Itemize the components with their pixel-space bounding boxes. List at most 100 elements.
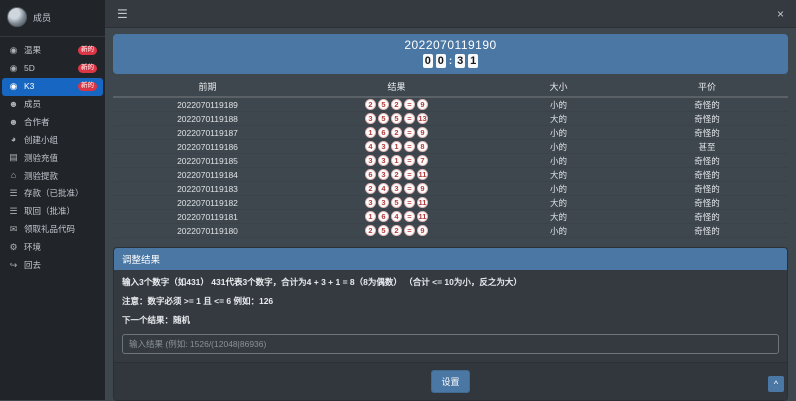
fullscreen-icon[interactable]: × xyxy=(777,8,784,20)
logout-icon: ↪ xyxy=(9,259,18,270)
col-header-period: 前期 xyxy=(198,82,217,92)
parity-cell: 奇怪的 xyxy=(694,169,720,180)
size-cell: 小的 xyxy=(549,225,567,236)
sidebar-item-label: 测验充值 xyxy=(24,152,59,163)
parity-cell: 奇怪的 xyxy=(694,155,720,166)
instruction-line-1: 输入3个数字（如431） 431代表3个数字，合计为4 + 3 + 1 = 8（… xyxy=(122,277,522,287)
set-button[interactable]: 设置 xyxy=(431,370,470,394)
user-name: 成员 xyxy=(33,12,52,23)
result-balls: 4 3 1 = 8 xyxy=(302,141,491,152)
sidebar-item-back[interactable]: ↪ 回去 xyxy=(2,257,103,275)
sidebar-item-test-withdraw[interactable]: ⌂ 测验提款 xyxy=(2,167,103,185)
result-input[interactable] xyxy=(122,334,779,355)
chart-bars-icon: ▤ xyxy=(9,152,18,163)
app-window: 成员 ◉ 温果 新的 ◉ 5D 新的 ◉ K3 新的 ☻ 成员 ☻ 合作者 ◕ … xyxy=(0,0,796,401)
dice-ball: 4 xyxy=(378,183,389,194)
dice-ball: 5 xyxy=(378,225,389,236)
parity-cell: 奇怪的 xyxy=(694,197,720,208)
period-cell: 2022070119183 xyxy=(177,183,238,194)
period-cell: 2022070119184 xyxy=(177,169,238,180)
parity-cell: 奇怪的 xyxy=(694,225,720,236)
list-icon: ☰ xyxy=(9,188,18,199)
equals-ball: = xyxy=(404,99,415,110)
adjust-result-footer: 设置 xyxy=(114,362,787,401)
current-period: 2022070119190 xyxy=(404,38,497,52)
result-balls: 3 3 5 = 11 xyxy=(302,197,491,208)
equals-ball: = xyxy=(404,225,415,236)
sidebar-item-partners[interactable]: ☻ 合作者 xyxy=(2,114,103,132)
countdown-digit: 0 xyxy=(435,54,446,68)
sidebar-item-environment[interactable]: ⚙ 环境 xyxy=(2,239,103,257)
sidebar-item-withdrawals-approved[interactable]: ☰ 取回（批准） xyxy=(2,203,103,221)
new-badge: 新的 xyxy=(78,82,97,92)
hamburger-menu-icon[interactable]: ☰ xyxy=(117,8,128,20)
period-cell: 2022070119181 xyxy=(177,211,238,222)
dice-ball: 5 xyxy=(378,99,389,110)
sidebar-item-label: 5D xyxy=(24,63,35,74)
dice-ball: 1 xyxy=(391,155,402,166)
size-cell: 小的 xyxy=(549,141,567,152)
table-row: 2022070119189 2 5 2 = 9 小的 奇怪的 xyxy=(113,98,788,112)
user-panel[interactable]: 成员 xyxy=(0,0,105,37)
bank-icon: ⌂ xyxy=(10,170,17,181)
countdown-digit: 0 xyxy=(422,54,433,68)
dice-ball: 5 xyxy=(378,113,389,124)
result-balls: 2 5 2 = 9 xyxy=(302,225,491,236)
dice-ball: 6 xyxy=(378,211,389,222)
size-cell: 小的 xyxy=(549,183,567,194)
dice-ball: 1 xyxy=(365,127,376,138)
dice-ball: 1 xyxy=(365,211,376,222)
countdown-digit: 1 xyxy=(468,54,479,68)
equals-ball: = xyxy=(404,127,415,138)
table-row: 2022070119182 3 3 5 = 11 大的 奇怪的 xyxy=(113,196,788,210)
dice-ball: 3 xyxy=(378,155,389,166)
period-cell: 2022070119189 xyxy=(177,99,238,110)
sidebar-item-deposits-approved[interactable]: ☰ 存款（已批准） xyxy=(2,185,103,203)
sidebar-item-5d[interactable]: ◉ 5D 新的 xyxy=(2,60,103,78)
sidebar-item-members[interactable]: ☻ 成员 xyxy=(2,96,103,114)
period-cell: 2022070119182 xyxy=(177,197,238,208)
dice-ball: 2 xyxy=(391,127,402,138)
dice-ball: 2 xyxy=(391,99,402,110)
result-balls: 1 6 4 = 11 xyxy=(302,211,491,222)
back-to-top-button[interactable]: ^ xyxy=(768,376,784,392)
size-cell: 大的 xyxy=(549,113,567,124)
sum-ball: 9 xyxy=(417,99,428,110)
col-header-result: 结果 xyxy=(387,82,406,92)
sidebar-item-label: 创建小组 xyxy=(24,134,59,145)
parity-cell: 奇怪的 xyxy=(694,99,720,110)
table-row: 2022070119186 4 3 1 = 8 小的 甚至 xyxy=(113,140,788,154)
sidebar-item-wingo[interactable]: ◉ 温果 新的 xyxy=(2,42,103,60)
size-cell: 小的 xyxy=(549,155,567,166)
avatar xyxy=(7,7,27,27)
dice-ball: 2 xyxy=(391,225,402,236)
sum-ball: 9 xyxy=(417,127,428,138)
result-balls: 3 3 1 = 7 xyxy=(302,155,491,166)
sidebar-item-create-group[interactable]: ◕ 创建小组 xyxy=(2,131,103,149)
sidebar-item-gift-codes[interactable]: ✉ 领取礼品代码 xyxy=(2,221,103,239)
dice-ball: 2 xyxy=(365,225,376,236)
dice-ball: 6 xyxy=(378,127,389,138)
sum-ball: 9 xyxy=(417,225,428,236)
equals-ball: = xyxy=(404,197,415,208)
period-cell: 2022070119185 xyxy=(177,155,238,166)
dice-ball: 5 xyxy=(391,197,402,208)
sidebar-item-test-recharge[interactable]: ▤ 测验充值 xyxy=(2,149,103,167)
parity-cell: 奇怪的 xyxy=(694,211,720,222)
sum-ball: 13 xyxy=(417,113,428,124)
coins-icon: ◉ xyxy=(9,62,18,73)
instruction-line-2: 注意：数字必须 >= 1 且 <= 6 例如：126 xyxy=(122,296,274,307)
sidebar-item-label: 环境 xyxy=(24,242,42,253)
coins-icon: ◉ xyxy=(9,45,18,55)
table-row: 2022070119181 1 6 4 = 11 大的 奇怪的 xyxy=(113,210,788,224)
dice-ball: 6 xyxy=(365,169,376,180)
dice-ball: 3 xyxy=(378,141,389,152)
period-cell: 2022070119180 xyxy=(177,225,238,236)
dice-ball: 4 xyxy=(365,141,376,152)
sidebar-item-label: 存款（已批准） xyxy=(24,188,84,199)
sidebar-item-k3[interactable]: ◉ K3 新的 xyxy=(2,77,103,96)
table-row: 2022070119188 3 5 5 = 13 大的 奇怪的 xyxy=(113,112,788,126)
coins-icon: ◉ xyxy=(9,80,18,91)
adjust-result-body: 输入3个数字（如431） 431代表3个数字，合计为4 + 3 + 1 = 8（… xyxy=(114,270,787,362)
dice-ball: 4 xyxy=(391,211,402,222)
